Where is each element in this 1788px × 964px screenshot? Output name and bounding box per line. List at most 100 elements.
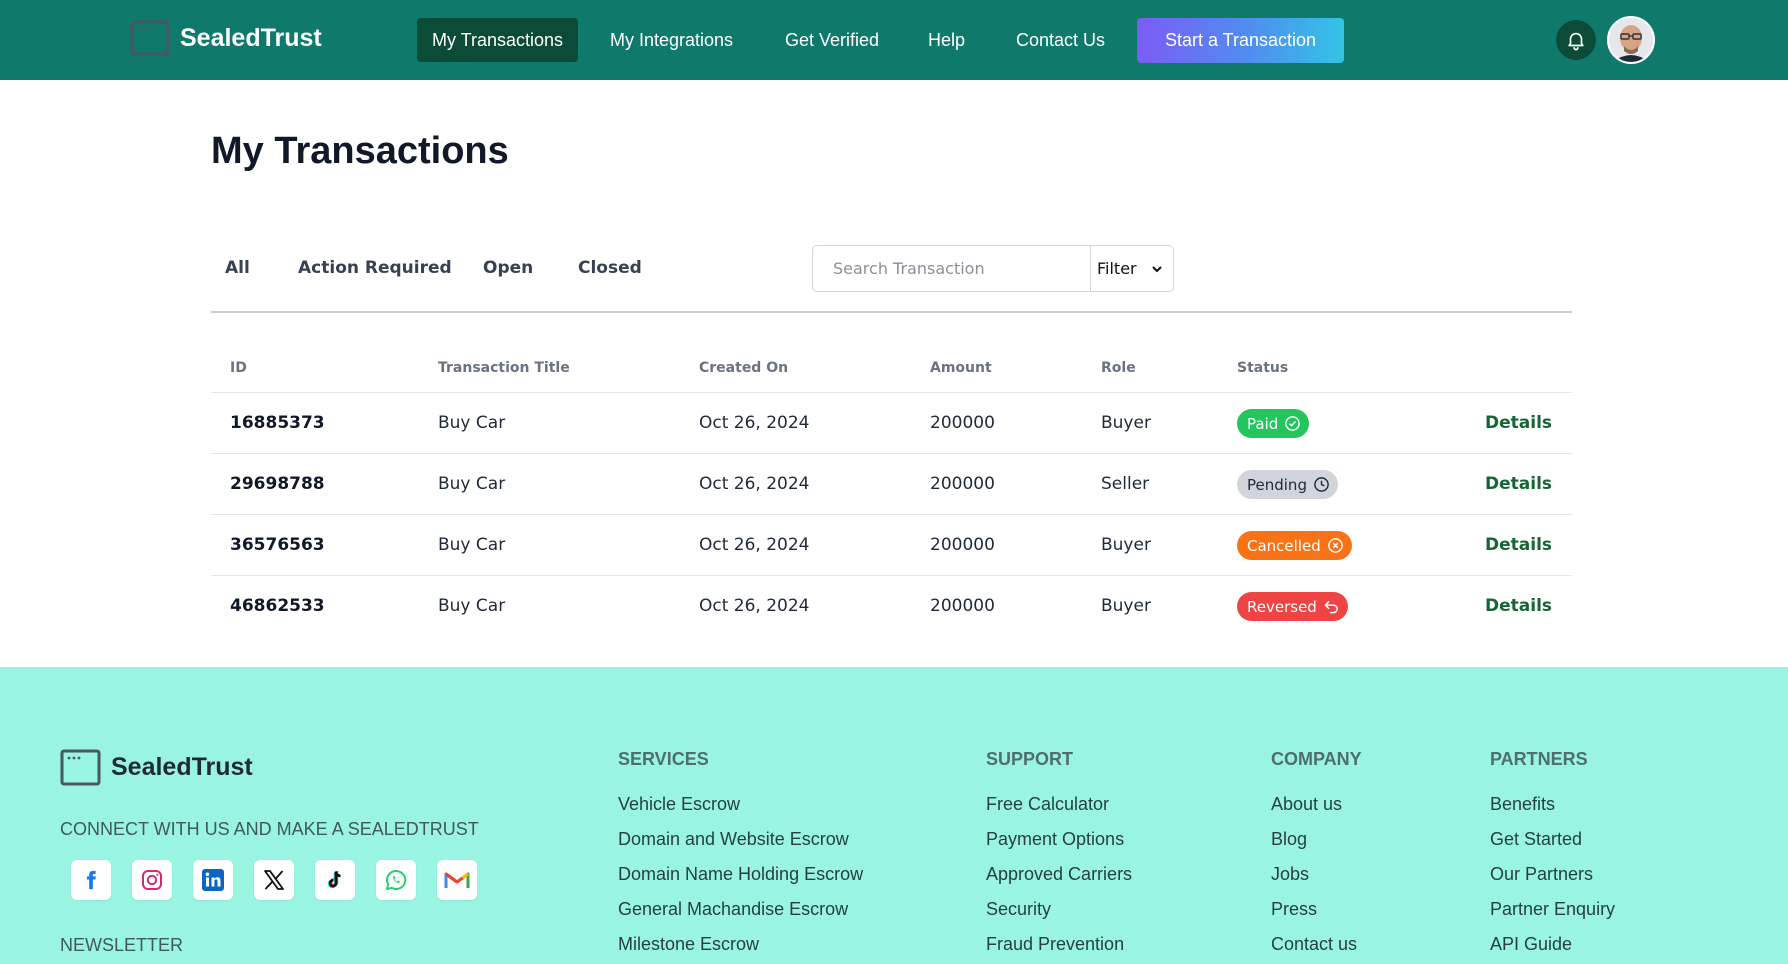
logo-icon (60, 749, 101, 786)
footer-heading: SUPPORT (986, 749, 1074, 769)
instagram-icon (142, 870, 162, 890)
footer-link[interactable]: Fraud Prevention (986, 933, 1132, 964)
footer-link[interactable]: Benefits (1490, 793, 1615, 828)
status-label: Paid (1247, 414, 1279, 433)
amount: 200000 (930, 596, 995, 616)
status-badge: Cancelled (1237, 531, 1352, 560)
created-on: Oct 26, 2024 (699, 413, 810, 433)
check-circle-icon (1285, 416, 1301, 431)
filter-select[interactable]: Filter (1090, 246, 1173, 291)
user-avatar[interactable] (1607, 16, 1655, 64)
notifications-button[interactable] (1556, 20, 1596, 60)
column-header-role: Role (1101, 360, 1136, 376)
column-header-title: Transaction Title (438, 360, 570, 376)
created-on: Oct 26, 2024 (699, 596, 810, 616)
start-transaction-button[interactable]: Start a Transaction (1137, 18, 1344, 63)
created-on: Oct 26, 2024 (699, 535, 810, 555)
role: Buyer (1101, 413, 1151, 433)
search-filter-group: Filter (812, 245, 1174, 292)
gmail-link[interactable] (437, 860, 477, 900)
bell-icon (1568, 32, 1584, 51)
nav-help[interactable]: Help (913, 18, 980, 62)
nav-contact-us[interactable]: Contact Us (1001, 18, 1120, 62)
connect-heading: CONNECT WITH US AND MAKE A SEALEDTRUST (60, 819, 479, 839)
undo-icon (1324, 601, 1338, 614)
transaction-id: 29698788 (230, 474, 325, 494)
footer-link[interactable]: Approved Carriers (986, 863, 1132, 898)
facebook-link[interactable] (71, 860, 111, 900)
footer-link[interactable]: Milestone Escrow (618, 933, 863, 964)
logo-icon (130, 20, 170, 56)
details-link[interactable]: Details (1485, 454, 1552, 515)
role: Buyer (1101, 535, 1151, 555)
footer: SealedTrust CONNECT WITH US AND MAKE A S… (0, 667, 1788, 964)
tab-action-required[interactable]: Action Required (298, 258, 452, 278)
status-label: Cancelled (1247, 536, 1321, 555)
details-link[interactable]: Details (1485, 393, 1552, 454)
status-badge: Reversed (1237, 592, 1348, 621)
tiktok-link[interactable] (315, 860, 355, 900)
x-link[interactable] (254, 860, 294, 900)
footer-link[interactable]: Domain Name Holding Escrow (618, 863, 863, 898)
nav-get-verified[interactable]: Get Verified (770, 18, 894, 62)
footer-link[interactable]: General Machandise Escrow (618, 898, 863, 933)
nav-my-integrations[interactable]: My Integrations (595, 18, 748, 62)
table-row: 46862533 Buy Car Oct 26, 2024 200000 Buy… (211, 575, 1572, 636)
table-row: 36576563 Buy Car Oct 26, 2024 200000 Buy… (211, 514, 1572, 575)
brand-name: SealedTrust (180, 23, 322, 52)
tab-all[interactable]: All (225, 258, 250, 278)
footer-link[interactable]: Get Started (1490, 828, 1615, 863)
footer-brand[interactable]: SealedTrust (60, 749, 253, 786)
status-label: Reversed (1247, 597, 1317, 616)
linkedin-link[interactable] (193, 860, 233, 900)
role: Seller (1101, 474, 1150, 494)
amount: 200000 (930, 474, 995, 494)
transaction-title: Buy Car (438, 413, 506, 433)
role: Buyer (1101, 596, 1151, 616)
transaction-title: Buy Car (438, 596, 506, 616)
footer-column-services: SERVICES Vehicle Escrow Domain and Websi… (618, 749, 863, 964)
footer-link[interactable]: Security (986, 898, 1132, 933)
created-on: Oct 26, 2024 (699, 474, 810, 494)
tab-open[interactable]: Open (483, 258, 533, 278)
transaction-id: 16885373 (230, 413, 325, 433)
footer-link[interactable]: Free Calculator (986, 793, 1132, 828)
clock-icon (1314, 477, 1329, 492)
footer-heading: PARTNERS (1490, 749, 1588, 769)
whatsapp-link[interactable] (376, 860, 416, 900)
nav-my-transactions[interactable]: My Transactions (417, 18, 579, 62)
transaction-title: Buy Car (438, 474, 506, 494)
footer-brand-name: SealedTrust (111, 753, 253, 781)
footer-link[interactable]: Our Partners (1490, 863, 1615, 898)
details-link[interactable]: Details (1485, 576, 1552, 637)
footer-heading: COMPANY (1271, 749, 1362, 769)
footer-link[interactable]: Partner Enquiry (1490, 898, 1615, 933)
page-title: My Transactions (211, 130, 509, 172)
instagram-link[interactable] (132, 860, 172, 900)
footer-heading: SERVICES (618, 749, 709, 769)
footer-link[interactable]: Press (1271, 898, 1362, 933)
tab-closed[interactable]: Closed (578, 258, 642, 278)
footer-link[interactable]: Contact us (1271, 933, 1362, 964)
facebook-icon (86, 870, 96, 890)
search-input[interactable] (813, 246, 1090, 291)
footer-link[interactable]: Jobs (1271, 863, 1362, 898)
footer-link[interactable]: Blog (1271, 828, 1362, 863)
table-row: 29698788 Buy Car Oct 26, 2024 200000 Sel… (211, 453, 1572, 514)
column-header-created: Created On (699, 360, 789, 376)
footer-column-partners: PARTNERS Benefits Get Started Our Partne… (1490, 749, 1615, 964)
footer-link[interactable]: Domain and Website Escrow (618, 828, 863, 863)
social-links (71, 860, 477, 900)
tiktok-icon (327, 871, 341, 889)
column-header-id: ID (230, 360, 247, 376)
footer-link[interactable]: Vehicle Escrow (618, 793, 863, 828)
status-label: Pending (1247, 475, 1307, 494)
details-link[interactable]: Details (1485, 515, 1552, 576)
avatar-image (1609, 18, 1653, 62)
brand[interactable]: SealedTrust (130, 20, 322, 56)
x-icon (264, 870, 284, 890)
footer-link[interactable]: API Guide (1490, 933, 1615, 964)
status-badge: Pending (1237, 470, 1338, 499)
footer-link[interactable]: Payment Options (986, 828, 1132, 863)
footer-link[interactable]: About us (1271, 793, 1362, 828)
